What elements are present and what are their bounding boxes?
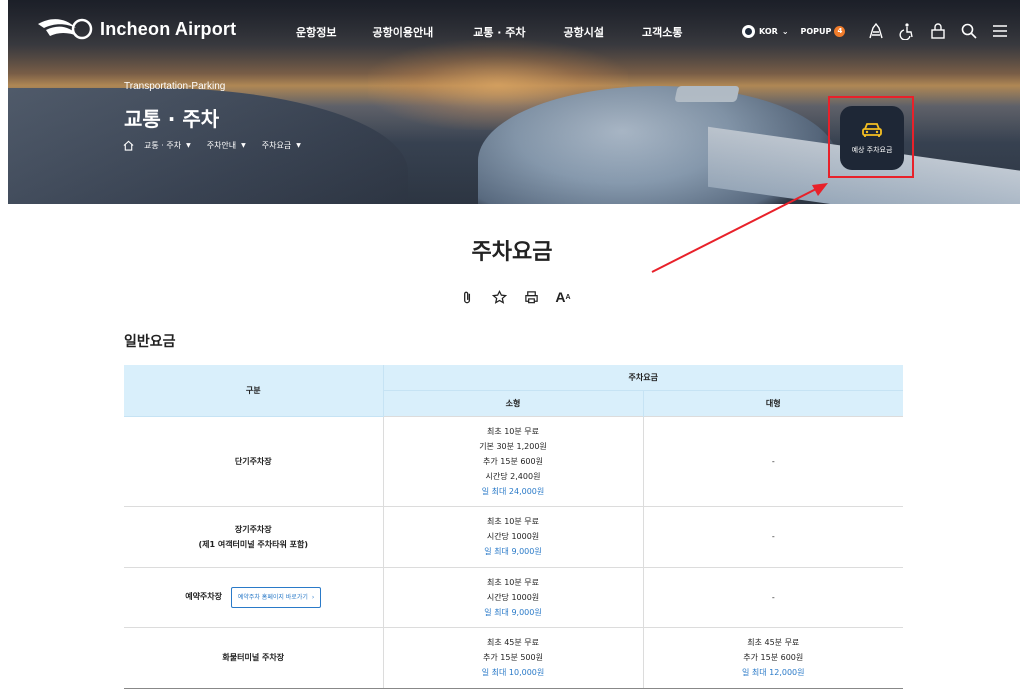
reservation-site-link[interactable]: 예약주차 홈페이지 바로가기 › [230,586,322,608]
home-icon[interactable] [123,140,134,151]
nav-facilities[interactable]: 공항시설 [564,24,604,40]
site-logo[interactable]: Incheon Airport [36,14,236,44]
table-row: 장기주차장 (제1 여객터미널 주차타워 포함) 최초 10분 무료 시간당 1… [124,505,904,567]
row-category: 단기주차장 [124,415,383,506]
row-small-fee: 최초 10분 무료 시간당 1000원 일 최대 9,000원 [382,566,643,627]
sitemap-icon[interactable] [867,22,885,40]
row-category-title: 예약주차장 [185,591,223,601]
row-category: 장기주차장 (제1 여객터미널 주차타워 포함) [124,505,383,567]
airport-logo-icon [38,18,93,40]
breadcrumb-item[interactable]: 주차요금 ▼ [262,140,301,151]
hero-subtitle: Transportation-Parking [124,81,226,92]
header-large: 대형 [642,390,904,416]
breadcrumb-label: 주차요금 [261,141,292,150]
language-label: KOR [759,26,778,36]
table-row: 예약주차장 예약주차 홈페이지 바로가기 › 최초 10분 무료 시간당 100… [124,566,904,627]
row-large-fee: - [642,566,904,627]
fee-line: 최초 10분 무료 [486,517,540,526]
fee-line: 최초 10분 무료 [486,577,540,587]
logo-text: Incheon Airport [100,18,237,39]
daily-max-fee: 일 최대 9,000원 [484,547,542,556]
caret-down-icon: ▼ [241,142,246,149]
table-row: 화물터미널 주차장 최초 45분 무료 추가 15분 500원 일 최대 10,… [124,626,904,689]
hero-title: 교통 · 주차 [124,107,220,131]
header-small: 소형 [382,390,643,416]
row-category-sub: (제1 여객터미널 주차타워 포함) [198,539,309,549]
row-large-fee: - [642,415,904,506]
fee-line: 최초 45분 무료 [486,638,540,647]
font-size-big-label: A [555,289,566,305]
fee-line: 추가 15분 600원 [483,456,543,466]
nav-customer[interactable]: 고객소통 [642,24,682,40]
fee-line: 시간당 2,400원 [485,471,541,481]
menu-icon[interactable] [991,22,1009,40]
breadcrumb-label: 주차안내 [206,141,237,150]
popup-count-badge: 4 [834,25,846,37]
fee-line: 최초 10분 무료 [486,426,540,436]
row-category-title: 장기주차장 [234,524,272,534]
nav-flight-info[interactable]: 운항정보 [296,24,336,40]
breadcrumb: 교통 · 주차 ▼ 주차안내 ▼ 주차요금 ▼ [123,140,317,151]
font-size-icon[interactable]: AA [554,289,572,305]
row-small-fee: 최초 45분 무료 추가 15분 500원 일 최대 10,000원 [382,626,643,689]
parking-fee-table: 구분 주차요금 소형 대형 단기주차장 최초 10분 무료 기본 30분 1,2… [124,365,904,689]
breadcrumb-item[interactable]: 주차안내 ▼ [207,140,246,151]
annotation-highlight-box [828,96,914,178]
caret-down-icon: ▼ [186,142,191,149]
nav-transport-parking[interactable]: 교통 · 주차 [473,24,525,40]
chevron-right-icon: › [311,593,315,601]
header-category: 구분 [124,365,383,417]
table-row: 단기주차장 최초 10분 무료 기본 30분 1,200원 추가 15분 600… [124,415,904,506]
reservation-link-label: 예약주차 홈페이지 바로가기 [237,593,308,601]
language-selector[interactable]: KOR ⌄ [742,24,789,38]
lock-icon[interactable] [929,22,947,40]
fee-line: 최초 45분 무료 [747,638,800,647]
fee-line: 시간당 1000원 [486,592,540,602]
utility-bar: KOR ⌄ POPUP 4 [742,22,1022,40]
row-large-fee: 최초 45분 무료 추가 15분 600원 일 최대 12,000원 [642,626,904,689]
row-category: 예약주차장 예약주차 홈페이지 바로가기 › [124,566,383,627]
header-fee-group: 주차요금 [382,365,904,391]
daily-max-fee: 일 최대 24,000원 [481,486,545,496]
fee-line: 추가 15분 500원 [483,653,543,662]
fee-line: 시간당 1000원 [486,532,540,541]
caret-down-icon: ▼ [296,142,301,149]
daily-max-fee: 일 최대 9,000원 [484,607,542,617]
row-large-fee: - [642,505,904,567]
row-small-fee: 최초 10분 무료 기본 30분 1,200원 추가 15분 600원 시간당 … [382,415,643,506]
daily-max-fee: 일 최대 12,000원 [741,668,805,677]
popup-label: POPUP [800,26,832,36]
chevron-down-icon: ⌄ [781,26,789,36]
section-title: 일반요금 [124,334,176,350]
accessibility-icon[interactable] [898,22,916,40]
daily-max-fee: 일 최대 10,000원 [481,668,545,677]
page-title: 주차요금 [471,240,553,265]
print-icon[interactable] [522,289,540,305]
row-category: 화물터미널 주차장 [124,626,383,689]
search-icon[interactable] [960,22,978,40]
nav-airport-guide[interactable]: 공항이용안내 [372,24,433,40]
fee-line: 추가 15분 600원 [743,653,804,662]
font-size-small-label: A [565,293,571,301]
main-nav: 운항정보 공항이용안내 교통 · 주차 공항시설 고객소통 [296,24,683,40]
breadcrumb-label: 교통 · 주차 [144,141,182,150]
row-small-fee: 최초 10분 무료 시간당 1000원 일 최대 9,000원 [382,505,643,567]
popup-button[interactable]: POPUP 4 [800,25,846,37]
fee-line: 기본 30분 1,200원 [479,441,547,451]
breadcrumb-item[interactable]: 교통 · 주차 ▼ [144,140,191,151]
page-tools: AA [458,289,572,305]
globe-icon [742,24,755,38]
attach-icon[interactable] [458,289,476,305]
share-icon[interactable] [490,289,508,305]
